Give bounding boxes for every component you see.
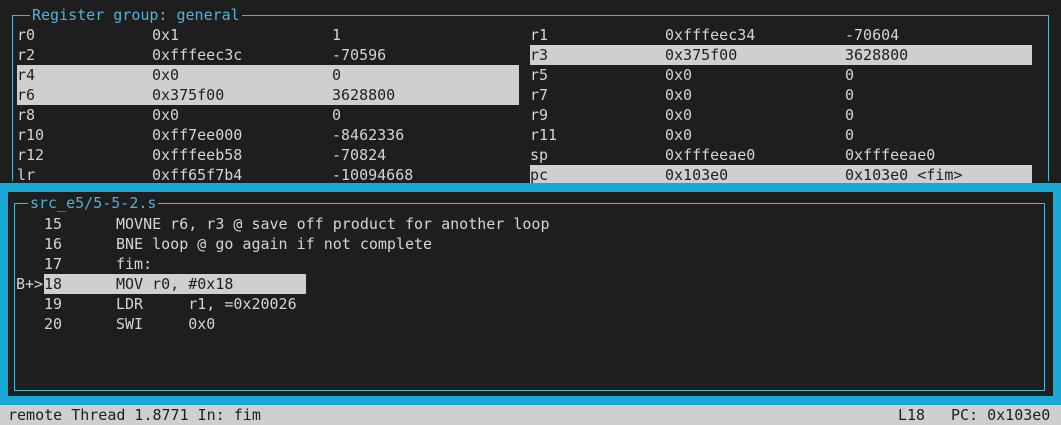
register-row-r7: r7 0x0 0 [530, 85, 1032, 105]
register-natural-value: 0xfffeeae0 [845, 146, 936, 164]
register-row-lr: lr 0xff65f7b4 -10094668 [17, 165, 519, 185]
register-natural-value: 0 [332, 106, 342, 124]
source-line[interactable]: 16 BNE loop @ go again if not complete [8, 234, 1053, 254]
register-hex-value: 0x0 [665, 86, 693, 104]
gdb-tui-window: Register group: general r0 0x1 1 r2 0xfffeec… [0, 0, 1061, 425]
register-natural-value: -10094668 [332, 166, 414, 184]
register-hex-value: 0x0 [665, 126, 693, 144]
source-pane-focus-frame: src_e5/5-5-2.s 15 MOVNE r6, r3 @ save off… [0, 183, 1061, 405]
register-row-r11: r11 0x0 0 [530, 125, 1032, 145]
register-natural-value: 1 [332, 26, 342, 44]
source-line-number: 20 [44, 315, 63, 333]
register-natural-value: 0 [332, 66, 342, 84]
register-natural-value: 3628800 [845, 46, 909, 64]
register-row-r12: r12 0xfffeeb58 -70824 [17, 145, 519, 165]
register-hex-value: 0xfffeec34 [665, 26, 756, 44]
register-hex-value: 0xfffeeae0 [665, 146, 756, 164]
register-name: r0 [17, 26, 36, 44]
source-line-number: 18 [44, 275, 63, 293]
source-line-code: MOVNE r6, r3 @ save off product for anot… [116, 215, 550, 233]
source-line-code: MOV r0, #0x18 [116, 275, 234, 293]
register-row-r0: r0 0x1 1 [17, 25, 519, 45]
source-line-number: 16 [44, 235, 63, 253]
register-name: r5 [530, 66, 549, 84]
register-hex-value: 0x103e0 [665, 166, 729, 184]
source-line[interactable]: 20 SWI 0x0 [8, 314, 1053, 334]
status-bar: remote Thread 1.8771 In: fim L18 PC: 0x1… [0, 405, 1061, 425]
register-hex-value: 0x0 [665, 106, 693, 124]
register-name: r6 [17, 86, 36, 104]
register-row-r1: r1 0xfffeec34 -70604 [530, 25, 1032, 45]
register-name: r11 [530, 126, 558, 144]
register-natural-value: 0 [845, 66, 855, 84]
source-line-number: 19 [44, 295, 63, 313]
register-hex-value: 0x375f00 [152, 86, 225, 104]
register-hex-value: 0x0 [152, 66, 180, 84]
register-name: r8 [17, 106, 36, 124]
register-row-sp: sp 0xfffeeae0 0xfffeeae0 [530, 145, 1032, 165]
register-name: r2 [17, 46, 36, 64]
register-row-pc: pc 0x103e0 0x103e0 <fim> [530, 165, 1032, 185]
source-pane[interactable]: src_e5/5-5-2.s 15 MOVNE r6, r3 @ save off… [8, 192, 1053, 396]
register-column-right: r1 0xfffeec34 -70604 r3 0x375f00 3628800 r5 0x0… [530, 25, 1032, 185]
register-natural-value: -70604 [845, 26, 900, 44]
source-line[interactable]: 15 MOVNE r6, r3 @ save off product for an… [8, 214, 1053, 234]
register-row-r3: r3 0x375f00 3628800 [530, 45, 1032, 65]
register-name: pc [530, 166, 549, 184]
register-hex-value: 0xfffeeb58 [152, 146, 243, 164]
breakpoint-marker: B+> [16, 275, 44, 293]
status-thread-info: remote Thread 1.8771 In: fim [8, 406, 261, 424]
register-name: r1 [530, 26, 549, 44]
source-pane-title: src_e5/5-5-2.s [28, 193, 159, 213]
register-name: r12 [17, 146, 45, 164]
register-natural-value: 0 [845, 86, 855, 104]
register-name: sp [530, 146, 549, 164]
register-natural-value: 0 [845, 106, 855, 124]
register-row-r5: r5 0x0 0 [530, 65, 1032, 85]
register-name: r9 [530, 106, 549, 124]
register-row-r6: r6 0x375f00 3628800 [17, 85, 519, 105]
source-lines: 15 MOVNE r6, r3 @ save off product for an… [8, 214, 1053, 334]
source-line-code: BNE loop @ go again if not complete [116, 235, 433, 253]
register-name: lr [17, 166, 36, 184]
register-natural-value: 0x103e0 <fim> [845, 166, 963, 184]
source-line[interactable]: 19 LDR r1, =0x20026 [8, 294, 1053, 314]
source-line[interactable]: 17 fim: [8, 254, 1053, 274]
register-natural-value: 3628800 [332, 86, 396, 104]
source-line-code: fim: [116, 255, 153, 273]
register-row-r2: r2 0xfffeec3c -70596 [17, 45, 519, 65]
register-natural-value: -70824 [332, 146, 387, 164]
register-row-r10: r10 0xff7ee000 -8462336 [17, 125, 519, 145]
register-natural-value: 0 [845, 126, 855, 144]
register-name: r7 [530, 86, 549, 104]
source-line-current[interactable]: B+> 18 MOV r0, #0x18 [8, 274, 1053, 294]
register-name: r10 [17, 126, 45, 144]
register-name: r4 [17, 66, 36, 84]
source-line-code: LDR r1, =0x20026 [116, 295, 297, 313]
register-row-r8: r8 0x0 0 [17, 105, 519, 125]
register-hex-value: 0x375f00 [665, 46, 738, 64]
register-hex-value: 0xfffeec3c [152, 46, 243, 64]
register-hex-value: 0xff65f7b4 [152, 166, 243, 184]
register-hex-value: 0x0 [665, 66, 693, 84]
source-line-number: 17 [44, 255, 63, 273]
status-pc: PC: 0x103e0 [951, 406, 1051, 424]
status-line-number: L18 [898, 406, 926, 424]
register-hex-value: 0x1 [152, 26, 180, 44]
source-line-number: 15 [44, 215, 63, 233]
register-pane-title: Register group: general [30, 5, 242, 25]
register-name: r3 [530, 46, 549, 64]
source-line-code: SWI 0x0 [116, 315, 216, 333]
register-column-left: r0 0x1 1 r2 0xfffeec3c -70596 r4 0x0 0 r6 0x375f00… [17, 25, 519, 185]
register-row-r9: r9 0x0 0 [530, 105, 1032, 125]
register-hex-value: 0xff7ee000 [152, 126, 243, 144]
register-row-r4: r4 0x0 0 [17, 65, 519, 85]
register-natural-value: -8462336 [332, 126, 405, 144]
register-natural-value: -70596 [332, 46, 387, 64]
register-hex-value: 0x0 [152, 106, 180, 124]
